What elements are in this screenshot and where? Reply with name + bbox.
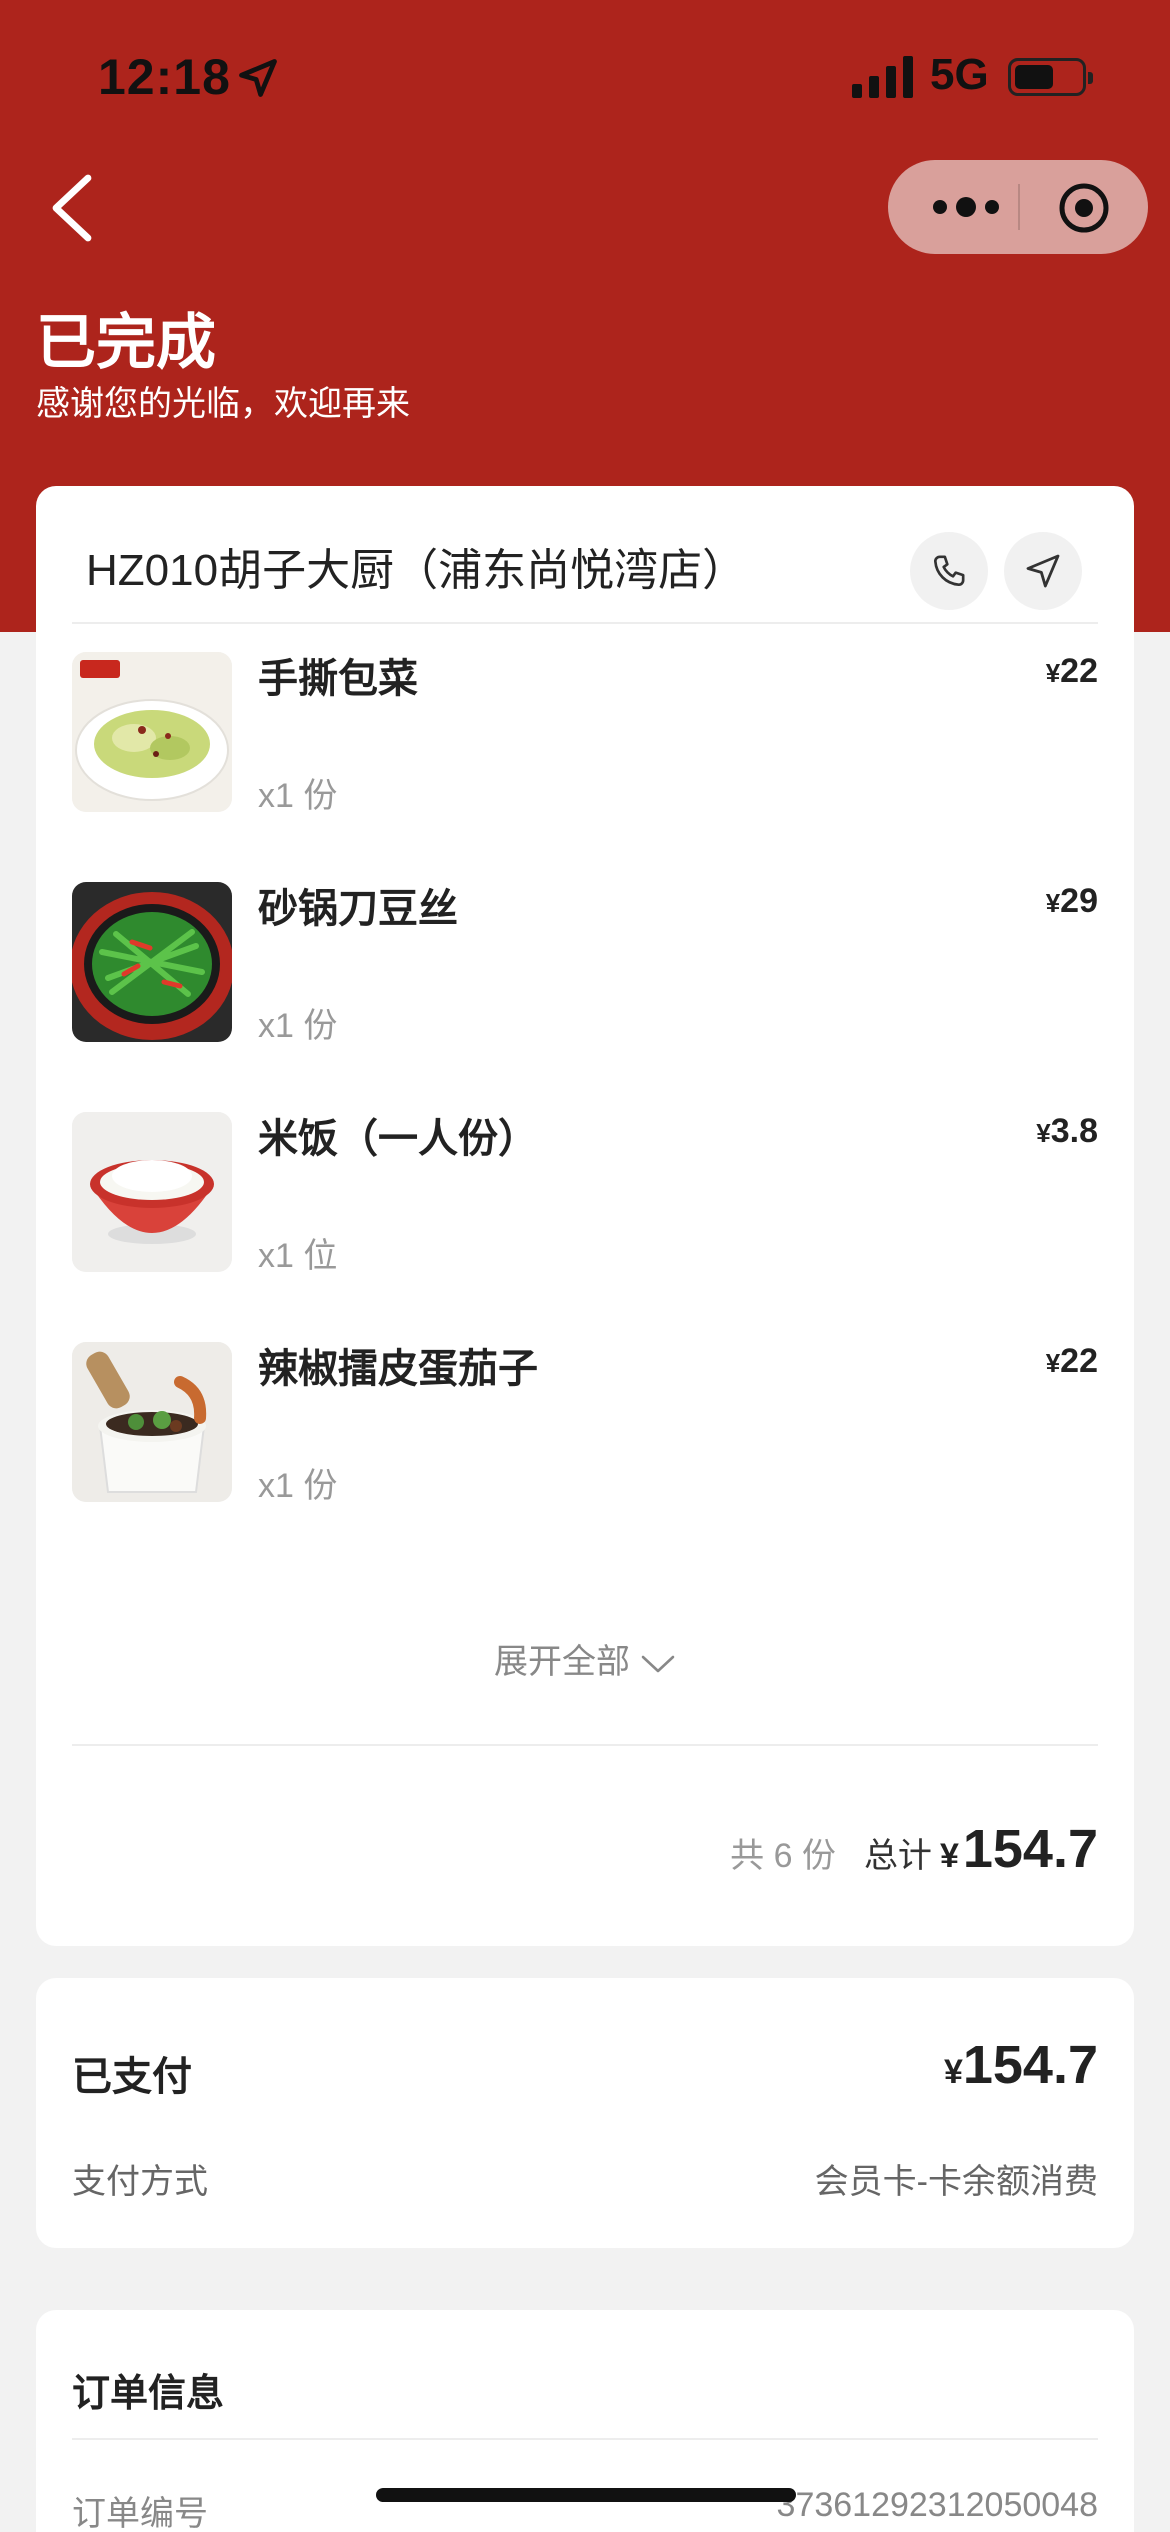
- dish-image-rice: [72, 1112, 232, 1272]
- item-price: ¥3.8: [1036, 1112, 1098, 1150]
- store-name[interactable]: HZ010胡子大厨（浦东尚悦湾店）: [86, 534, 746, 598]
- item-name: 米饭（一人份）: [258, 1117, 538, 1161]
- payment-method-value: 会员卡-卡余额消费: [814, 2163, 1098, 2201]
- signal-icon: [852, 56, 913, 98]
- paid-label: 已支付: [72, 2055, 192, 2099]
- item-quantity: x1 位: [258, 1237, 338, 1275]
- order-items-card: HZ010胡子大厨（浦东尚悦湾店） 手撕包菜 x1 份 ¥22 砂锅刀豆丝 x1…: [36, 486, 1134, 1946]
- list-item[interactable]: 砂锅刀豆丝 x1 份 ¥29: [72, 882, 1098, 1045]
- list-item[interactable]: 米饭（一人份） x1 位 ¥3.8: [72, 1112, 1098, 1275]
- item-price: ¥22: [1045, 1342, 1098, 1380]
- mini-program-capsule: [888, 160, 1148, 254]
- expand-all-button[interactable]: 展开全部: [36, 1634, 1134, 1683]
- phone-icon: [934, 555, 965, 586]
- back-arrow-icon[interactable]: [44, 172, 100, 244]
- item-price: ¥29: [1045, 882, 1098, 920]
- item-count: 共 6 份: [730, 1837, 836, 1875]
- capsule-divider: [1018, 184, 1020, 230]
- item-name: 砂锅刀豆丝: [258, 887, 458, 931]
- paid-amount: ¥154.7: [943, 2035, 1098, 2095]
- item-price: ¥22: [1045, 652, 1098, 690]
- list-item[interactable]: 手撕包菜 x1 份 ¥22: [72, 652, 1098, 815]
- payment-card: 已支付 ¥154.7 支付方式 会员卡-卡余额消费: [36, 1978, 1134, 2248]
- battery-icon: [1008, 58, 1093, 96]
- dish-image-green-beans: [72, 882, 232, 1042]
- item-quantity: x1 份: [258, 1467, 338, 1505]
- total-amount: 154.7: [962, 1819, 1098, 1879]
- dish-image-eggplant: [72, 1342, 232, 1502]
- navigate-store-button[interactable]: [1004, 532, 1082, 610]
- order-summary: 共 6 份 总计 ¥ 154.7: [730, 1818, 1098, 1880]
- total-currency: ¥: [939, 1837, 959, 1875]
- order-status-title: 已完成: [36, 309, 216, 376]
- location-arrow-icon: [239, 59, 277, 97]
- summary-divider: [72, 1744, 1098, 1746]
- item-quantity: x1 份: [258, 1007, 338, 1045]
- payment-method-label: 支付方式: [72, 2163, 208, 2201]
- status-time: 12:18: [98, 49, 231, 105]
- call-store-button[interactable]: [910, 532, 988, 610]
- order-number-label: 订单编号: [72, 2495, 208, 2532]
- item-name: 辣椒擂皮蛋茄子: [258, 1347, 538, 1391]
- expand-all-label: 展开全部: [494, 1643, 630, 1681]
- order-info-divider: [72, 2438, 1098, 2440]
- chevron-down-icon: [641, 1655, 675, 1673]
- network-type: 5G: [930, 50, 989, 99]
- order-status-subtitle: 感谢您的光临，欢迎再来: [36, 385, 410, 423]
- list-item[interactable]: 辣椒擂皮蛋茄子 x1 份 ¥22: [72, 1342, 1098, 1505]
- status-bar: 12:18 5G: [0, 0, 1170, 150]
- home-indicator[interactable]: [376, 2488, 796, 2502]
- navigation-icon: [1026, 554, 1060, 588]
- order-info-title: 订单信息: [72, 2373, 225, 2415]
- close-mini-program-icon[interactable]: [1056, 180, 1112, 236]
- more-options-icon[interactable]: [922, 182, 1014, 232]
- store-divider: [72, 622, 1098, 624]
- total-label: 总计: [863, 1837, 932, 1875]
- order-number-value[interactable]: 37361292312050048: [777, 2486, 1098, 2525]
- item-quantity: x1 份: [258, 777, 338, 815]
- dish-image-cabbage: [72, 652, 232, 812]
- item-name: 手撕包菜: [258, 657, 418, 701]
